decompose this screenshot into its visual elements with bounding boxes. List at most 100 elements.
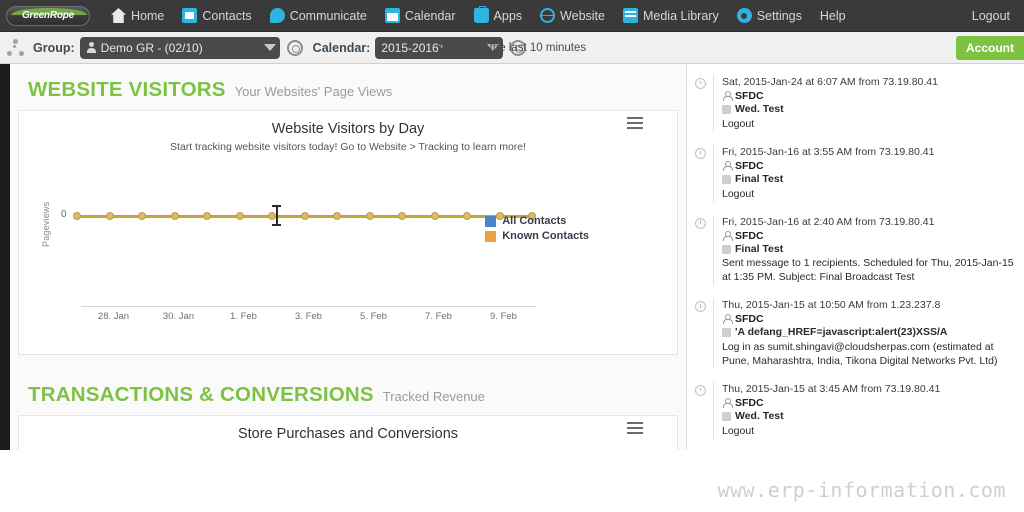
- chevron-down-icon: [263, 44, 276, 51]
- calendar-select[interactable]: 2015-2016*: [375, 36, 504, 59]
- briefcase-icon: [473, 6, 489, 23]
- data-point[interactable]: [105, 211, 114, 220]
- activity-timestamp: Thu, 2015-Jan-15 at 10:50 AM from 1.23.2…: [722, 299, 941, 312]
- section-header-transactions: TRANSACTIONS & CONVERSIONS Tracked Reven…: [18, 369, 678, 416]
- group-label: Group:: [33, 40, 75, 55]
- sitemap-icon[interactable]: [7, 38, 25, 57]
- account-button[interactable]: Account: [956, 36, 1024, 60]
- activity-user: SFDC: [722, 160, 1014, 172]
- clock-icon: [695, 147, 706, 159]
- calendar-icon: [384, 8, 400, 23]
- activity-user: SFDC: [722, 313, 1014, 325]
- media-library-icon: [622, 8, 638, 23]
- app-window: GreenRope Home Contacts Communicate Cale…: [0, 0, 1024, 512]
- activity-item[interactable]: Thu, 2015-Jan-15 at 3:45 AM from 73.19.8…: [693, 377, 1016, 447]
- sub-toolbar: Group: Demo GR - (02/10) Calendar: 2015-…: [0, 32, 1024, 64]
- nav-item-contacts[interactable]: Contacts: [173, 0, 260, 32]
- nav-item-settings[interactable]: Settings: [728, 0, 811, 32]
- section-subtitle: Tracked Revenue: [382, 389, 485, 404]
- activity-subject: Final Test: [722, 243, 1014, 257]
- website-visitors-chart-panel: Website Visitors by Day Start tracking w…: [18, 111, 678, 355]
- chart-menu-icon[interactable]: [627, 422, 643, 434]
- group-icon: [722, 174, 731, 184]
- x-axis-tick-label: 3. Feb: [295, 311, 322, 322]
- activity-subject: 'A defang_HREF=javascript:alert(23)XSS/A: [722, 326, 1014, 340]
- clock-icon: [695, 384, 706, 396]
- group-icon: [722, 244, 731, 254]
- legend-swatch: [485, 230, 497, 242]
- section-header-website-visitors: WEBSITE VISITORS Your Websites' Page Vie…: [18, 64, 678, 111]
- calendar-settings-gear-icon[interactable]: [510, 39, 527, 56]
- nav-label-communicate: Communicate: [289, 8, 367, 23]
- nav-label-calendar: Calendar: [404, 8, 456, 23]
- legend-label: All Contacts: [502, 215, 567, 227]
- logout-link[interactable]: Logout: [972, 0, 1010, 32]
- activity-item[interactable]: Thu, 2015-Jan-15 at 10:50 AM from 1.23.2…: [693, 293, 1016, 377]
- nav-item-home[interactable]: Home: [102, 0, 173, 32]
- data-point[interactable]: [398, 211, 406, 220]
- dashboard-content: WEBSITE VISITORS Your Websites' Page Vie…: [10, 64, 686, 512]
- data-point[interactable]: [203, 211, 211, 220]
- nav-label-media-library: Media Library: [642, 8, 719, 23]
- section-subtitle: Your Websites' Page Views: [234, 84, 393, 99]
- nav-item-calendar[interactable]: Calendar: [376, 0, 465, 32]
- greenrope-logo[interactable]: GreenRope: [6, 5, 90, 26]
- data-point[interactable]: [170, 211, 179, 220]
- x-axis-tick-label: 9. Feb: [490, 311, 517, 322]
- nav-item-website[interactable]: Website: [531, 0, 614, 32]
- activity-user-name: SFDC: [735, 313, 764, 326]
- activity-timestamp: Sat, 2015-Jan-24 at 6:07 AM from 73.19.8…: [722, 76, 938, 88]
- activity-item[interactable]: Fri, 2015-Jan-16 at 2:40 AM from 73.19.8…: [693, 210, 1016, 294]
- activity-body: Fri, 2015-Jan-16 at 3:55 AM from 73.19.8…: [713, 144, 1014, 202]
- section-title: WEBSITE VISITORS: [28, 78, 226, 101]
- section-title: TRANSACTIONS & CONVERSIONS: [28, 383, 374, 406]
- nav-label-settings: Settings: [756, 8, 802, 23]
- activity-list: Sat, 2015-Jan-24 at 6:07 AM from 73.19.8…: [687, 64, 1024, 512]
- chart-plot-area: Pageviews 0 28. Jan 30. Jan 1. Feb 3. Feb 5.…: [19, 163, 677, 348]
- activity-feed[interactable]: Sat, 2015-Jan-24 at 6:07 AM from 73.19.8…: [686, 64, 1024, 512]
- group-select[interactable]: Demo GR - (02/10): [79, 36, 280, 59]
- clock-icon: [695, 217, 706, 229]
- data-point[interactable]: [138, 211, 146, 220]
- data-point[interactable]: [463, 211, 471, 220]
- person-icon: [722, 230, 733, 241]
- activity-subject: Wed. Test: [722, 410, 1014, 424]
- data-point[interactable]: [365, 211, 374, 220]
- data-point[interactable]: [300, 211, 309, 220]
- activity-subject: Wed. Test: [722, 103, 1014, 117]
- data-point[interactable]: [235, 211, 244, 220]
- activity-description: Logout: [722, 187, 755, 200]
- nav-item-media-library[interactable]: Media Library: [614, 0, 728, 32]
- chart-subtitle: Start tracking website visitors today! G…: [169, 141, 527, 153]
- left-edge-strip: [0, 64, 10, 512]
- activity-description: Logout: [722, 117, 755, 130]
- nav-items: Home Contacts Communicate Calendar Apps …: [102, 0, 855, 32]
- legend-label: Known Contacts: [502, 230, 589, 242]
- activity-user: SFDC: [722, 90, 1014, 102]
- legend-item[interactable]: All Contacts: [485, 215, 589, 227]
- activity-description: Logout: [722, 424, 755, 437]
- activity-item[interactable]: Sat, 2015-Jan-24 at 6:07 AM from 73.19.8…: [693, 70, 1016, 140]
- home-icon: [111, 8, 126, 23]
- nav-item-help[interactable]: Help: [811, 0, 855, 32]
- calendar-label: Calendar:: [312, 40, 371, 55]
- speech-bubble-icon: [269, 8, 285, 23]
- group-icon: [722, 412, 731, 422]
- group-settings-gear-icon[interactable]: [286, 39, 303, 56]
- chart-menu-icon[interactable]: [627, 117, 643, 129]
- data-point[interactable]: [333, 211, 341, 220]
- activity-body: Thu, 2015-Jan-15 at 3:45 AM from 73.19.8…: [713, 381, 1014, 439]
- data-point[interactable]: [430, 211, 439, 220]
- calendar-select-value: 2015-2016*: [381, 40, 444, 55]
- nav-label-contacts: Contacts: [202, 8, 252, 23]
- activity-item[interactable]: Fri, 2015-Jan-16 at 3:55 AM from 73.19.8…: [693, 140, 1016, 210]
- activity-user-name: SFDC: [735, 397, 764, 410]
- activity-user-name: SFDC: [735, 159, 764, 172]
- legend-item[interactable]: Known Contacts: [485, 230, 589, 242]
- data-point[interactable]: [73, 211, 81, 220]
- activity-user: SFDC: [722, 397, 1014, 409]
- nav-item-communicate[interactable]: Communicate: [261, 0, 376, 32]
- nav-item-apps[interactable]: Apps: [465, 0, 532, 32]
- x-axis-tick-label: 1. Feb: [230, 311, 257, 322]
- nav-label-apps: Apps: [493, 8, 523, 23]
